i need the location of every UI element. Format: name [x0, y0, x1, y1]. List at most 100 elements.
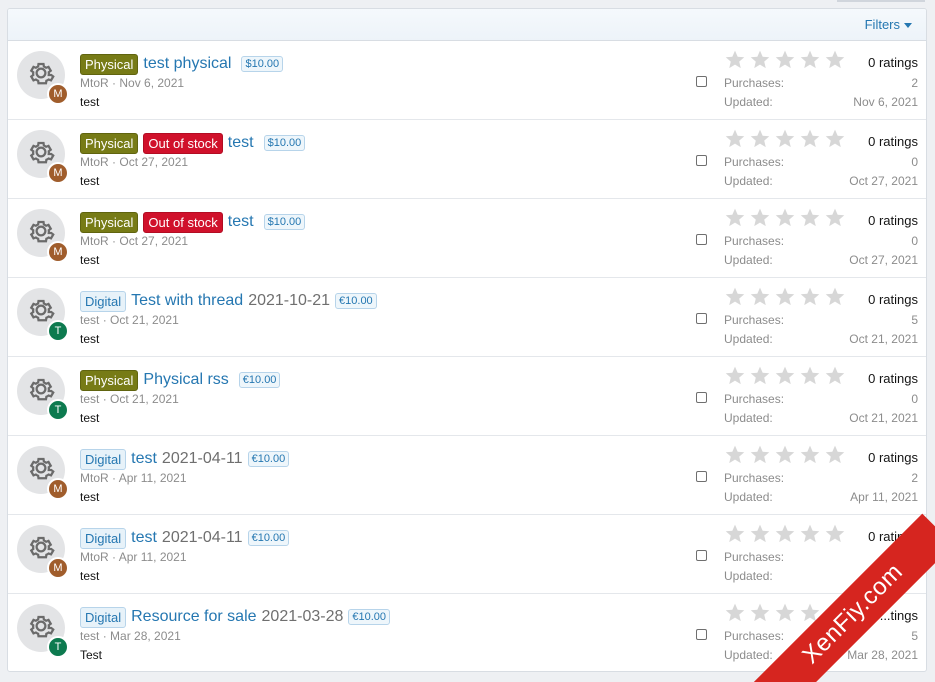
prefix-badge-physical[interactable]: Physical: [80, 211, 139, 233]
resource-meta: MtoR · Oct 27, 2021: [80, 155, 305, 171]
prefix-badge-digital[interactable]: Digital: [80, 606, 127, 628]
resource-main: Physical test physical $10.00 MtoR · Nov…: [80, 53, 284, 109]
star-icon[interactable]: [774, 286, 796, 313]
star-icon[interactable]: [824, 286, 846, 313]
user-avatar[interactable]: T: [47, 399, 69, 421]
author-link[interactable]: MtoR: [80, 550, 109, 564]
purchases-pair: Purchases: 0: [724, 152, 918, 171]
star-icon[interactable]: [799, 523, 821, 550]
resource-title-link[interactable]: Resource for sale: [131, 608, 256, 626]
star-icon[interactable]: [799, 286, 821, 313]
star-icon[interactable]: [724, 365, 746, 392]
resource-tagline: test: [80, 95, 100, 109]
author-link[interactable]: MtoR: [80, 234, 109, 248]
ratings-count: 0 ratings: [868, 449, 918, 465]
user-avatar[interactable]: T: [47, 320, 69, 342]
select-checkbox[interactable]: [696, 629, 707, 640]
star-icon[interactable]: [749, 286, 771, 313]
star-icon[interactable]: [724, 128, 746, 155]
resource-title-link[interactable]: Test with thread: [131, 292, 243, 310]
author-link[interactable]: MtoR: [80, 76, 109, 90]
star-icon[interactable]: [774, 602, 796, 629]
user-avatar[interactable]: M: [47, 478, 69, 500]
purchases-label: Purchases:: [724, 75, 785, 90]
star-icon[interactable]: [749, 444, 771, 471]
select-checkbox[interactable]: [696, 313, 707, 324]
select-checkbox[interactable]: [696, 234, 707, 245]
prefix-badge-digital[interactable]: Digital: [80, 290, 127, 312]
resource-main: Physical Physical rss €10.00 test · Oct …: [80, 369, 281, 425]
title-line: Physical Out of stock test $10.00: [80, 132, 306, 154]
resource-title-link[interactable]: test physical: [143, 55, 231, 73]
resource-title-link[interactable]: test: [131, 529, 157, 547]
star-icon[interactable]: [799, 365, 821, 392]
star-icon[interactable]: [774, 128, 796, 155]
user-avatar[interactable]: M: [47, 241, 69, 263]
user-avatar-letter: M: [53, 483, 63, 495]
author-link[interactable]: MtoR: [80, 155, 109, 169]
filters-button[interactable]: Filters: [865, 17, 912, 32]
author-link[interactable]: MtoR: [80, 471, 109, 485]
user-avatar[interactable]: T: [47, 636, 69, 658]
resource-title-link[interactable]: test: [228, 213, 254, 231]
star-icon[interactable]: [824, 207, 846, 234]
prefix-badge-oos[interactable]: Out of stock: [143, 132, 223, 154]
user-avatar[interactable]: M: [47, 162, 69, 184]
star-icon[interactable]: [724, 286, 746, 313]
star-icon[interactable]: [749, 207, 771, 234]
rating-line: 0 ratings: [724, 207, 918, 234]
star-icon[interactable]: [724, 49, 746, 76]
user-avatar[interactable]: M: [47, 83, 69, 105]
purchases-pair: Purchases: 5: [724, 310, 918, 329]
prefix-badge-physical[interactable]: Physical: [80, 132, 139, 154]
resource-row: M Digital test 2021-04-11 €10.00 MtoR · …: [8, 436, 926, 515]
resource-row: M Physical Out of stock test $10.00 MtoR …: [8, 120, 926, 199]
ratings-count: 0 ratings: [868, 212, 918, 228]
star-icon[interactable]: [824, 523, 846, 550]
author-link[interactable]: test: [80, 392, 99, 406]
author-link[interactable]: test: [80, 629, 99, 643]
star-icon[interactable]: [774, 365, 796, 392]
star-icon[interactable]: [824, 365, 846, 392]
star-icon[interactable]: [749, 523, 771, 550]
select-checkbox[interactable]: [696, 155, 707, 166]
prefix-badge-digital[interactable]: Digital: [80, 448, 127, 470]
select-checkbox[interactable]: [696, 471, 707, 482]
select-checkbox[interactable]: [696, 392, 707, 403]
updated-pair: Updated: Oct 21, 2021: [724, 408, 918, 427]
star-icon[interactable]: [774, 49, 796, 76]
resource-title-link[interactable]: test: [131, 450, 157, 468]
star-icon[interactable]: [749, 128, 771, 155]
star-icon[interactable]: [824, 444, 846, 471]
star-icon[interactable]: [824, 49, 846, 76]
star-icon[interactable]: [724, 523, 746, 550]
prefix-badge-physical[interactable]: Physical: [80, 53, 139, 75]
user-avatar[interactable]: M: [47, 557, 69, 579]
resource-title-link[interactable]: Physical rss: [143, 371, 228, 389]
star-icon[interactable]: [724, 602, 746, 629]
select-checkbox[interactable]: [696, 550, 707, 561]
prefix-badge-digital[interactable]: Digital: [80, 527, 127, 549]
star-icon[interactable]: [774, 207, 796, 234]
star-icon[interactable]: [749, 49, 771, 76]
star-icon[interactable]: [749, 602, 771, 629]
star-icon[interactable]: [824, 128, 846, 155]
star-icon[interactable]: [799, 444, 821, 471]
purchases-value: 5: [911, 628, 918, 643]
prefix-badge-oos[interactable]: Out of stock: [143, 211, 223, 233]
star-icon[interactable]: [724, 444, 746, 471]
tab-underline: [837, 0, 925, 2]
author-link[interactable]: test: [80, 313, 99, 327]
star-icon[interactable]: [799, 49, 821, 76]
prefix-badge-physical[interactable]: Physical: [80, 369, 139, 391]
purchases-label: Purchases:: [724, 233, 785, 248]
star-icon[interactable]: [799, 128, 821, 155]
purchases-value: 2: [911, 75, 918, 90]
resource-title-link[interactable]: test: [228, 134, 254, 152]
star-icon[interactable]: [749, 365, 771, 392]
star-icon[interactable]: [774, 444, 796, 471]
select-checkbox[interactable]: [696, 76, 707, 87]
star-icon[interactable]: [724, 207, 746, 234]
star-icon[interactable]: [799, 207, 821, 234]
star-icon[interactable]: [774, 523, 796, 550]
